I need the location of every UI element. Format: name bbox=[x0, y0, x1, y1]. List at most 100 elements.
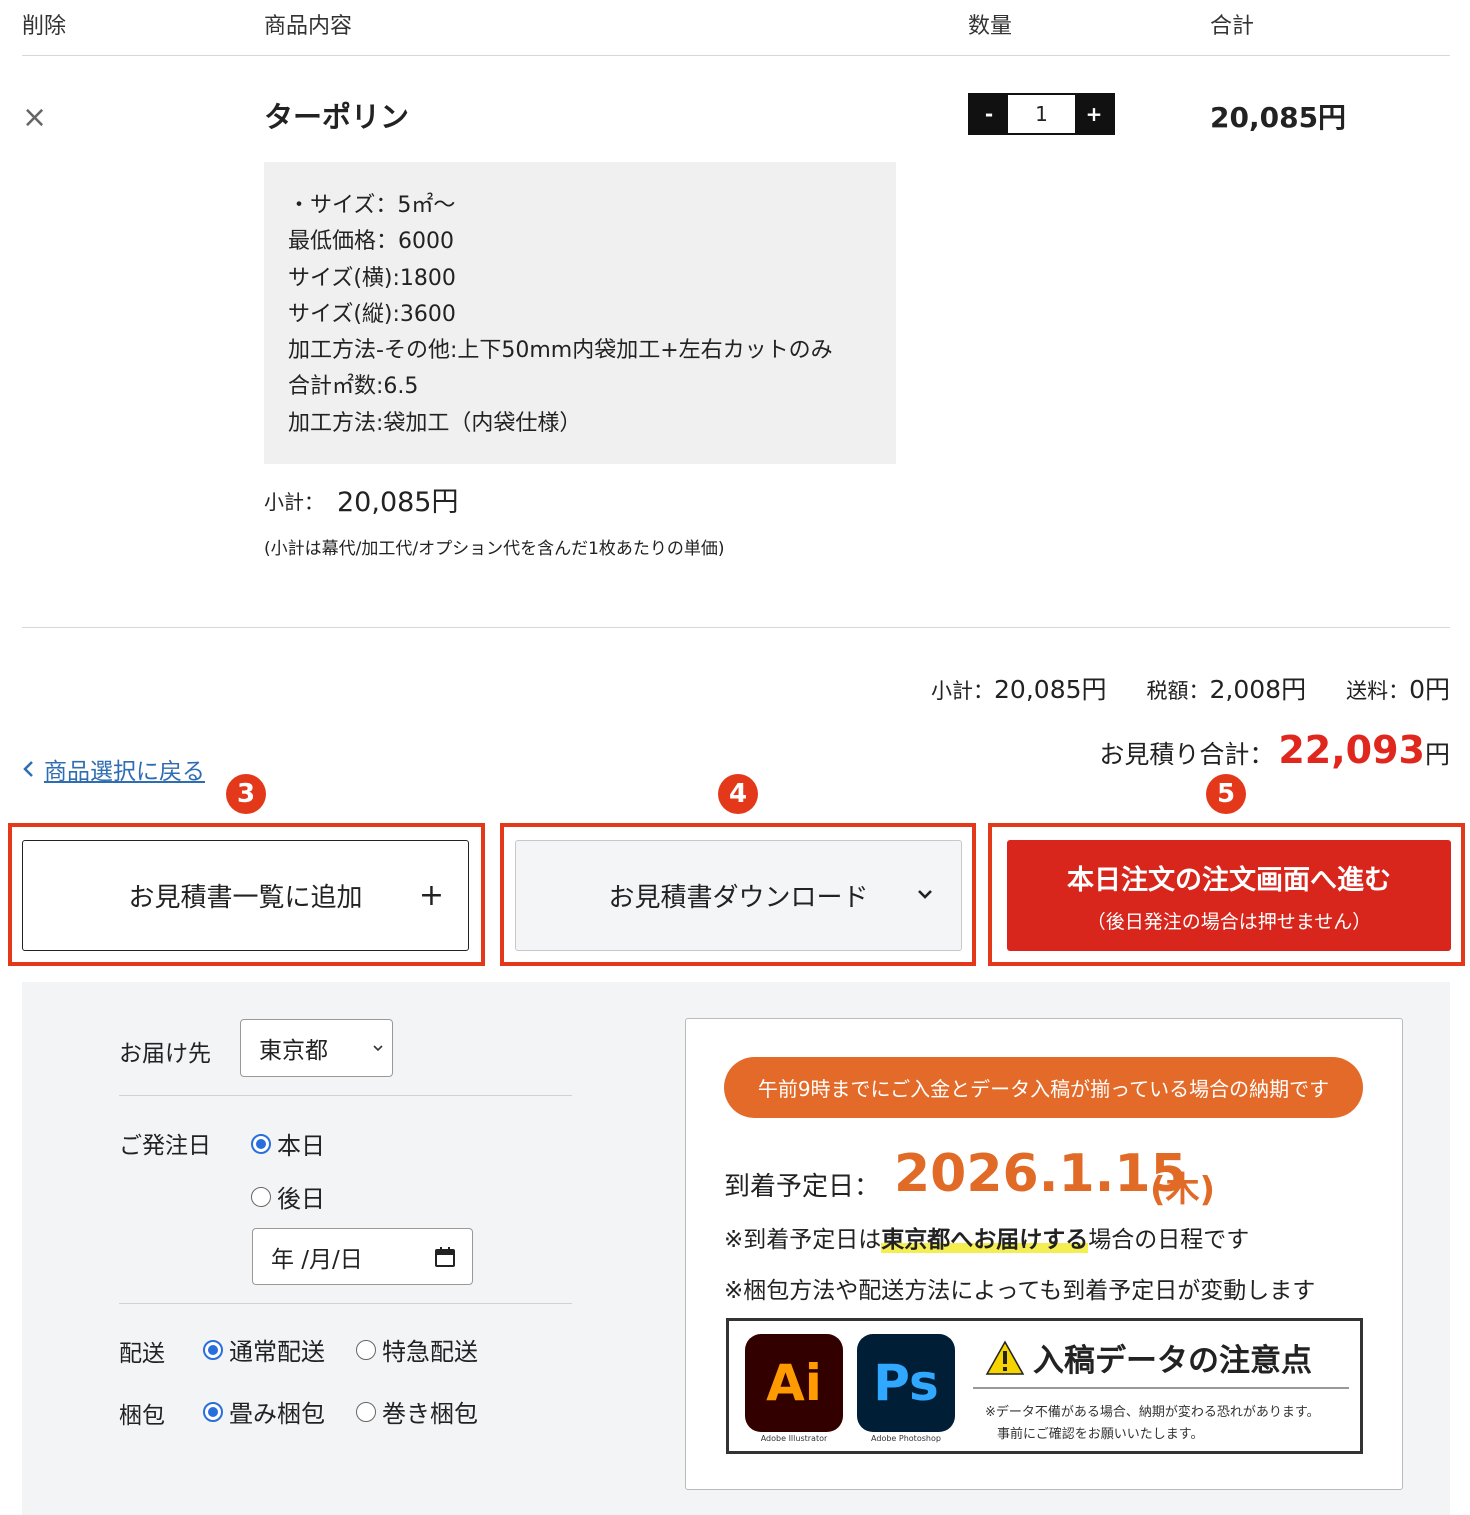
step-badge-5: 5 bbox=[1206, 774, 1246, 814]
summary-subtotal-label: 小計： bbox=[931, 679, 995, 703]
data-submission-banner[interactable]: Ai Adobe Illustrator Ps Adobe Photoshop … bbox=[726, 1318, 1363, 1454]
radio-checked-icon bbox=[203, 1339, 223, 1360]
destination-value: 東京都 bbox=[259, 1038, 328, 1064]
spec-line: 最低価格：6000 bbox=[288, 229, 454, 255]
banner-title: 入稿データの注意点 bbox=[985, 1335, 1312, 1380]
chevron-down-icon bbox=[918, 890, 932, 899]
radio-unchecked-icon bbox=[356, 1401, 376, 1422]
packing-fold-radio[interactable]: 畳み梱包 bbox=[203, 1394, 325, 1429]
item-subtotal-label: 小計： bbox=[264, 490, 324, 514]
illustrator-caption: Adobe Illustrator bbox=[760, 1434, 828, 1443]
calendar-icon[interactable] bbox=[434, 1246, 456, 1268]
add-to-quote-list-button[interactable]: お見積書一覧に追加 + bbox=[22, 840, 469, 951]
summary-tax-label: 税額： bbox=[1146, 679, 1210, 703]
spec-box: ・サイズ：5㎡〜 最低価格：6000 サイズ(横):1800 サイズ(縦):36… bbox=[264, 162, 896, 464]
arrival-note-destination: ※到着予定日は東京都へお届けする場合の日程です bbox=[724, 1220, 1249, 1254]
arrival-note-method: ※梱包方法や配送方法によっても到着予定日が変動します bbox=[724, 1278, 1316, 1304]
radio-checked-icon bbox=[203, 1401, 223, 1422]
proceed-to-order-button[interactable]: 本日注文の注文画面へ進む （後日発注の場合は押せません） bbox=[1007, 840, 1451, 951]
step-badge-3: 3 bbox=[226, 774, 266, 814]
form-divider bbox=[119, 1095, 572, 1096]
photoshop-icon: Ps bbox=[857, 1334, 955, 1432]
add-to-quote-list-label: お見積書一覧に追加 bbox=[128, 883, 363, 913]
order-date-later-radio[interactable]: 後日 bbox=[251, 1179, 325, 1214]
note-highlight: 東京都へお届けする bbox=[881, 1227, 1089, 1253]
spec-line: 加工方法-その他:上下50mm内袋加工+左右カットのみ bbox=[288, 338, 833, 364]
date-placeholder: 年 /月/日 bbox=[271, 1246, 363, 1273]
arrival-date: 2026.1.15 bbox=[894, 1144, 1187, 1204]
summary-tax-value: 2,008円 bbox=[1209, 675, 1307, 704]
header-delete: 削除 bbox=[22, 14, 67, 39]
header-divider bbox=[22, 55, 1450, 56]
banner-note-line: 事前にご確認をお願いいたします。 bbox=[997, 1427, 1204, 1442]
item-subtotal-value: 20,085円 bbox=[337, 487, 459, 518]
delete-item-icon[interactable]: × bbox=[22, 100, 47, 136]
radio-label: 畳み梱包 bbox=[229, 1400, 325, 1428]
arrival-weekday: (木) bbox=[1150, 1170, 1216, 1210]
quantity-input[interactable]: 1 bbox=[1008, 95, 1075, 133]
spec-line: 合計㎡数:6.5 bbox=[288, 374, 419, 400]
spec-line: サイズ(横):1800 bbox=[288, 265, 456, 291]
delivery-condition-pill: 午前9時までにご入金とデータ入稿が揃っている場合の納期です bbox=[724, 1057, 1363, 1118]
note-text: 場合の日程です bbox=[1088, 1227, 1250, 1253]
back-link-label: 商品選択に戻る bbox=[44, 759, 205, 785]
quantity-stepper: - 1 + bbox=[968, 93, 1115, 135]
product-name: ターポリン bbox=[264, 100, 410, 134]
step-badge-4: 4 bbox=[718, 774, 758, 814]
order-button-title: 本日注文の注文画面へ進む bbox=[1067, 864, 1391, 896]
note-text: ※到着予定日は bbox=[724, 1227, 882, 1253]
back-to-products-link[interactable]: 商品選択に戻る bbox=[22, 752, 205, 786]
radio-unchecked-icon bbox=[356, 1339, 376, 1360]
summary-shipping-label: 送料： bbox=[1346, 679, 1410, 703]
banner-title-text: 入稿データの注意点 bbox=[1033, 1343, 1312, 1379]
grand-total: お見積り合計： 22,093 円 bbox=[1099, 728, 1450, 772]
shipping-label: 配送 bbox=[119, 1341, 165, 1367]
shipping-express-radio[interactable]: 特急配送 bbox=[356, 1332, 478, 1367]
spec-line: サイズ(縦):3600 bbox=[288, 301, 456, 327]
radio-checked-icon bbox=[251, 1133, 271, 1154]
radio-label: 通常配送 bbox=[229, 1338, 325, 1366]
header-quantity: 数量 bbox=[968, 14, 1013, 39]
grand-total-label: お見積り合計： bbox=[1099, 740, 1275, 769]
header-total: 合計 bbox=[1210, 14, 1255, 39]
summary-subtotal-value: 20,085円 bbox=[994, 675, 1107, 704]
radio-unchecked-icon bbox=[251, 1186, 271, 1207]
spec-line: 加工方法:袋加工（内袋仕様） bbox=[288, 410, 582, 436]
summary-row: 小計：20,085円 税額：2,008円 送料：0円 bbox=[931, 670, 1450, 706]
download-quote-button[interactable]: お見積書ダウンロード bbox=[515, 840, 962, 951]
chevron-down-icon bbox=[373, 1045, 383, 1052]
summary-subtotal: 小計：20,085円 bbox=[931, 670, 1106, 706]
order-date-today-radio[interactable]: 本日 bbox=[251, 1126, 325, 1161]
spec-line: ・サイズ：5㎡〜 bbox=[288, 193, 456, 218]
summary-shipping-value: 0円 bbox=[1409, 675, 1450, 704]
radio-label: 巻き梱包 bbox=[382, 1400, 478, 1428]
banner-divider bbox=[973, 1387, 1349, 1389]
item-divider bbox=[22, 627, 1450, 628]
header-content: 商品内容 bbox=[264, 14, 353, 39]
order-button-note: （後日発注の場合は押せません） bbox=[1086, 910, 1372, 933]
summary-tax: 税額：2,008円 bbox=[1147, 670, 1307, 706]
banner-note-line: ※データ不備がある場合、納期が変わる恐れがあります。 bbox=[985, 1405, 1320, 1420]
download-quote-label: お見積書ダウンロード bbox=[608, 883, 869, 913]
radio-label: 後日 bbox=[277, 1185, 325, 1213]
line-total: 20,085円 bbox=[1210, 101, 1347, 134]
quantity-decrease-button[interactable]: - bbox=[970, 95, 1008, 133]
illustrator-icon: Ai bbox=[745, 1334, 843, 1432]
shipping-normal-radio[interactable]: 通常配送 bbox=[203, 1332, 325, 1367]
chevron-left-icon bbox=[23, 761, 33, 777]
radio-label: 特急配送 bbox=[382, 1338, 478, 1366]
arrival-label: 到着予定日： bbox=[724, 1172, 881, 1202]
plus-icon: + bbox=[418, 878, 444, 913]
radio-label: 本日 bbox=[277, 1132, 325, 1160]
destination-select[interactable]: 東京都 bbox=[240, 1019, 393, 1077]
item-subtotal-note: (小計は幕代/加工代/オプション代を含んだ1枚あたりの単価) bbox=[264, 539, 725, 559]
packing-roll-radio[interactable]: 巻き梱包 bbox=[356, 1394, 478, 1429]
photoshop-caption: Adobe Photoshop bbox=[871, 1434, 941, 1443]
order-date-input[interactable]: 年 /月/日 bbox=[252, 1228, 473, 1285]
order-date-label: ご発注日 bbox=[119, 1133, 211, 1159]
summary-shipping: 送料：0円 bbox=[1346, 670, 1450, 706]
quantity-increase-button[interactable]: + bbox=[1075, 95, 1113, 133]
packing-label: 梱包 bbox=[119, 1403, 165, 1429]
form-divider bbox=[119, 1303, 572, 1304]
warning-icon bbox=[985, 1339, 1025, 1375]
